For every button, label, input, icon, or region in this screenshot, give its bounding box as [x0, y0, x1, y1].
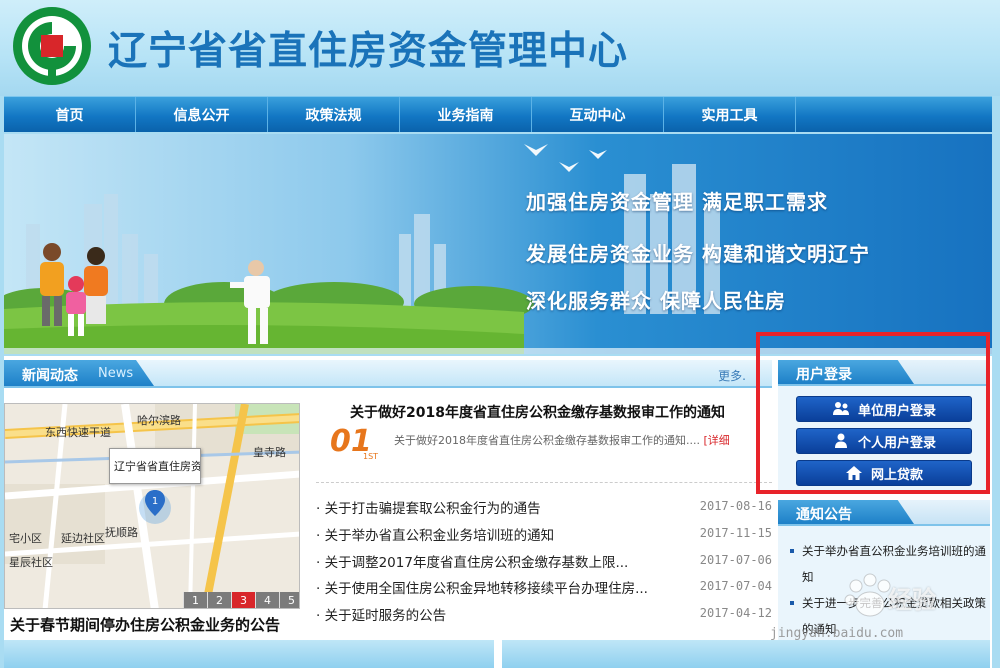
map-label-area1: 宅小区: [9, 532, 42, 545]
notice-panel-header: 通知公告: [778, 500, 990, 526]
map-page-5[interactable]: 5: [279, 592, 299, 608]
featured-news-summary-text: 关于做好2018年度省直住房公积金缴存基数报审工作的通知....: [394, 434, 700, 447]
nav-policies[interactable]: 政策法规: [268, 97, 400, 132]
news-item-title[interactable]: · 关于延时服务的公告: [316, 604, 446, 624]
map-marker-number: 1: [152, 496, 158, 507]
nav-tools[interactable]: 实用工具: [664, 97, 796, 132]
featured-news-summary: 关于做好2018年度省直住房公积金缴存基数报审工作的通知.... [详细: [394, 432, 730, 448]
nav-interaction[interactable]: 互动中心: [532, 97, 664, 132]
news-list: · 关于打击骗提套取公积金行为的通告 2017-08-16 · 关于举办省直公积…: [316, 494, 772, 628]
featured-news-title[interactable]: 关于做好2018年度省直住房公积金缴存基数报审工作的通知: [350, 402, 725, 422]
news-divider: [316, 482, 772, 483]
news-title: 新闻动态: [22, 368, 78, 384]
map-page-4[interactable]: 4: [255, 592, 279, 608]
news-item-date: 2017-08-16: [699, 499, 772, 513]
featured-news-number-sub: 1ST: [363, 452, 379, 461]
location-map[interactable]: 东西快速干道 哈尔滨路 抚顺路 宅小区 延边社区 星辰社区 皇寺路 辽宁省省直住…: [4, 403, 300, 609]
news-item[interactable]: · 关于打击骗提套取公积金行为的通告 2017-08-16: [316, 494, 772, 521]
watermark-url: jingyan.baidu.com: [770, 626, 904, 641]
map-marker-icon[interactable]: 1: [137, 486, 173, 526]
map-page-3[interactable]: 3: [231, 592, 255, 608]
news-item[interactable]: · 关于举办省直公积金业务培训班的通知 2017-11-15: [316, 521, 772, 548]
news-section-header: 新闻动态 News 更多.: [4, 360, 772, 388]
news-item-date: 2017-11-15: [699, 525, 772, 540]
map-label-area4: 皇寺路: [253, 446, 286, 459]
news-more-link[interactable]: 更多.: [718, 367, 746, 384]
nav-home[interactable]: 首页: [4, 97, 136, 132]
site-header: 辽宁省省直住房资金管理中心: [0, 0, 1000, 96]
nav-filler: [796, 97, 992, 132]
map-label-road1: 东西快速干道: [45, 426, 111, 439]
map-page-2[interactable]: 2: [207, 592, 231, 608]
news-item-title[interactable]: · 关于举办省直公积金业务培训班的通知: [316, 524, 554, 544]
nav-service-guide[interactable]: 业务指南: [400, 97, 532, 132]
map-popup[interactable]: 辽宁省省直住房资...: [109, 448, 201, 484]
site-title: 辽宁省省直住房资金管理中心: [108, 29, 629, 74]
bottom-banner-right[interactable]: [502, 640, 990, 668]
news-title-en: News: [98, 366, 134, 381]
map-label-area2: 延边社区: [61, 532, 105, 545]
nav-info-disclosure[interactable]: 信息公开: [136, 97, 268, 132]
news-item-title[interactable]: · 关于使用全国住房公积金异地转移接续平台办理住房...: [316, 577, 648, 597]
banner-slogan-2: 发展住房资金业务 构建和谐文明辽宁: [526, 242, 870, 266]
news-item-date: 2017-07-04: [699, 579, 772, 594]
news-item-title[interactable]: · 关于调整2017年度省直住房公积金缴存基数上限...: [316, 551, 628, 571]
featured-news-detail-link[interactable]: [详细: [703, 434, 729, 447]
login-highlight-box: [756, 332, 990, 494]
bottom-banner-left[interactable]: [4, 640, 494, 668]
map-label-road2: 哈尔滨路: [137, 414, 181, 427]
main-nav: 首页 信息公开 政策法规 业务指南 互动中心 实用工具: [4, 96, 992, 132]
banner-slogan-3: 深化服务群众 保障人民住房: [526, 289, 786, 313]
map-label-area3: 星辰社区: [9, 556, 53, 569]
news-item-date: 2017-07-06: [699, 552, 772, 567]
news-item-date: 2017-04-12: [699, 606, 772, 621]
map-caption-link[interactable]: 关于春节期间停办住房公积金业务的公告: [10, 614, 280, 635]
watermark-text: 经验: [888, 586, 936, 614]
map-page-1[interactable]: 1: [183, 592, 207, 608]
hero-banner[interactable]: 加强住房资金管理 满足职工需求 发展住房资金业务 构建和谐文明辽宁 深化服务群众…: [4, 134, 992, 354]
banner-slogan-1: 加强住房资金管理 满足职工需求: [526, 190, 828, 214]
logo-icon[interactable]: [10, 4, 94, 88]
notice-panel-title: 通知公告: [796, 507, 852, 523]
news-item[interactable]: · 关于延时服务的公告 2017-04-12: [316, 601, 772, 628]
news-item[interactable]: · 关于使用全国住房公积金异地转移接续平台办理住房... 2017-07-04: [316, 574, 772, 601]
map-pagination: 1 2 3 4 5: [183, 592, 299, 608]
map-label-road3: 抚顺路: [105, 526, 138, 539]
news-item[interactable]: · 关于调整2017年度省直住房公积金缴存基数上限... 2017-07-06: [316, 548, 772, 575]
news-item-title[interactable]: · 关于打击骗提套取公积金行为的通告: [316, 497, 541, 517]
